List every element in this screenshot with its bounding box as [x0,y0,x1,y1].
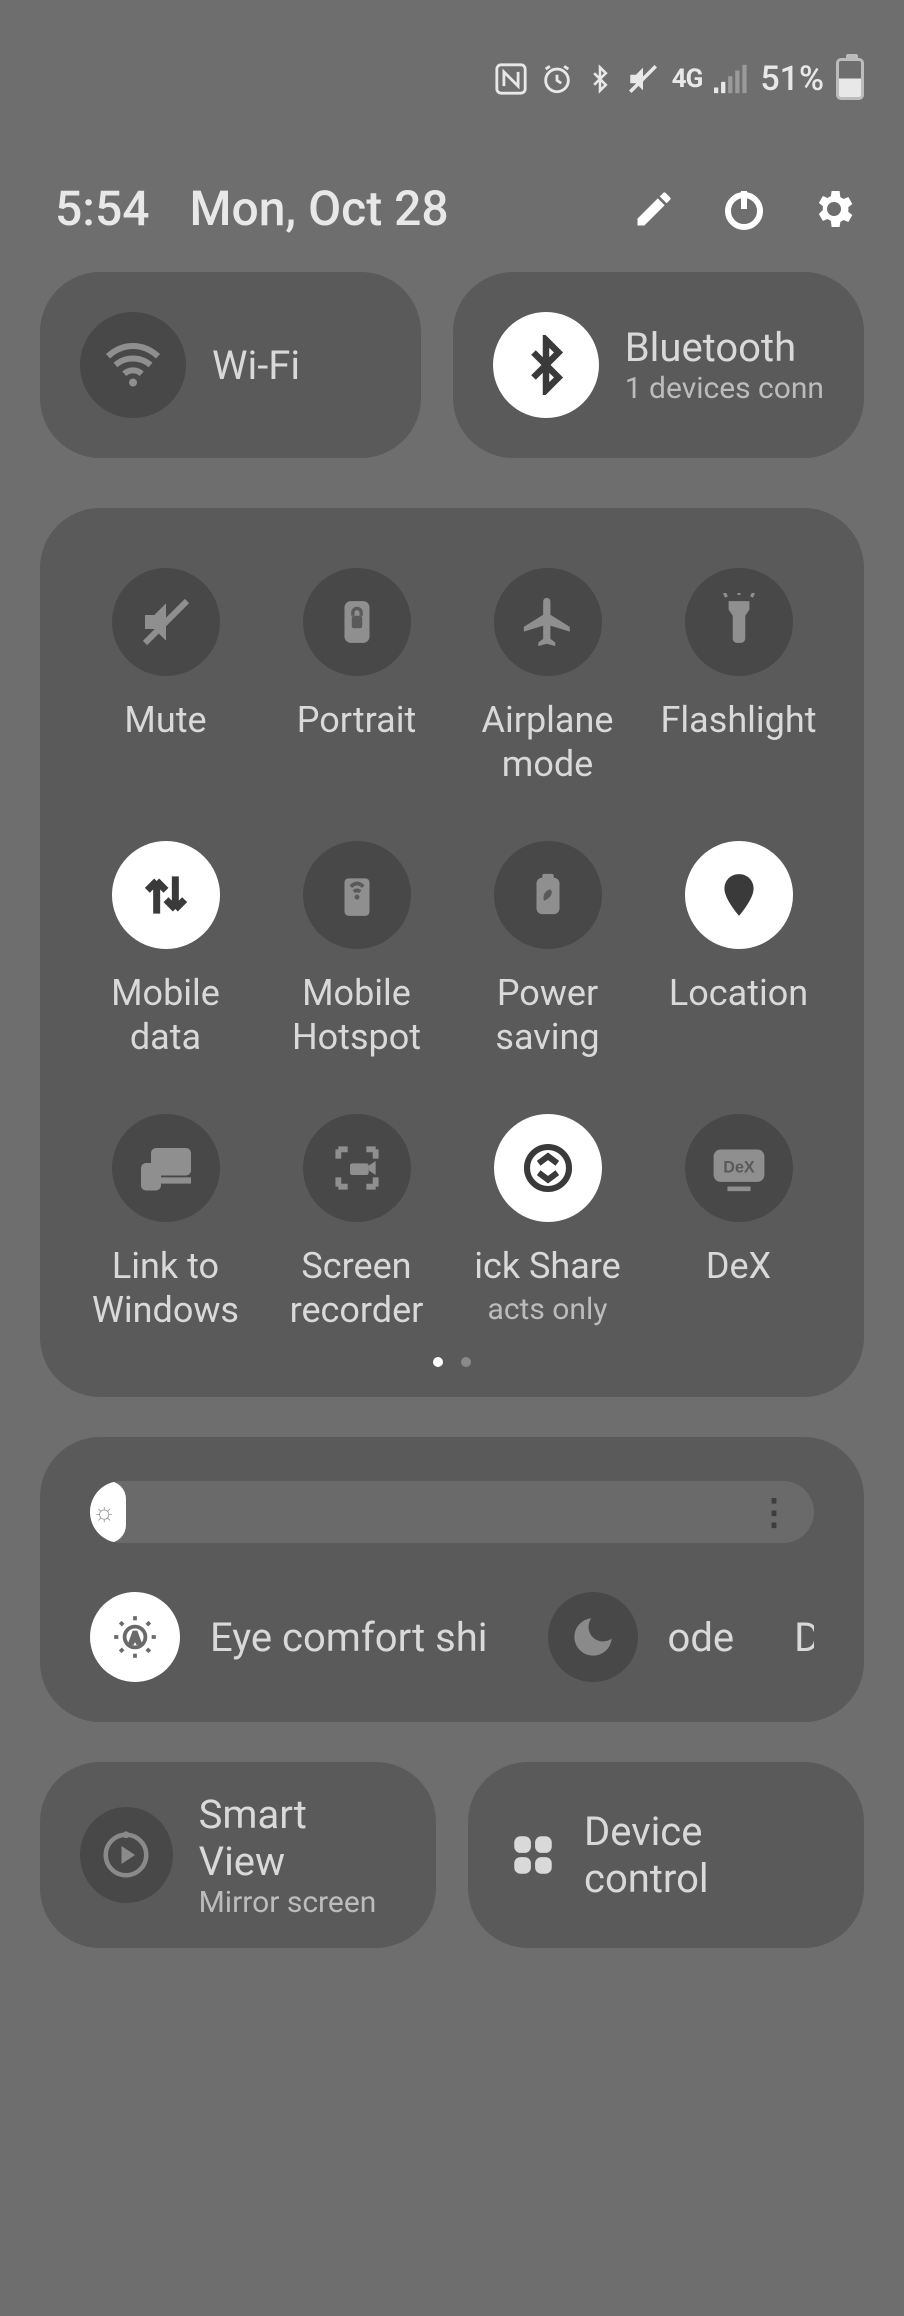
qs-label: Screen recorder [290,1244,424,1332]
airplane-icon [494,568,602,676]
qs-quick-share[interactable]: ick Shareacts only [452,1114,643,1332]
battery-icon [836,58,864,100]
wifi-tile[interactable]: Wi-Fi [40,272,421,458]
qs-label: Link to Windows [92,1244,239,1332]
qs-label: Mobile data [111,971,220,1059]
hotspot-icon [303,841,411,949]
brightness-slider[interactable]: ⋮ [90,1477,814,1547]
qs-link-windows[interactable]: Link to Windows [70,1114,261,1332]
smart-view-tile[interactable]: Smart View Mirror screen [40,1762,436,1948]
wifi-icon [80,312,186,418]
dark-mode-trailing: D [794,1614,814,1661]
bluetooth-icon [493,312,599,418]
qs-label: Airplane mode [482,698,614,786]
brightness-more-icon[interactable]: ⋮ [756,1491,788,1533]
dark-mode-toggle[interactable] [548,1592,638,1682]
share-icon [494,1114,602,1222]
devices-icon [112,1114,220,1222]
qs-label: Mobile Hotspot [292,971,421,1059]
qs-airplane[interactable]: Airplane mode [452,568,643,786]
power-button[interactable] [719,184,769,234]
signal-icon [714,64,748,94]
bluetooth-label: Bluetooth [625,324,824,371]
flashlight-icon [685,568,793,676]
wifi-label: Wi-Fi [212,342,300,389]
mute-icon [112,568,220,676]
qs-label: Portrait [297,698,416,786]
dark-mode-label: ode [668,1614,735,1661]
arrows-icon [112,841,220,949]
qs-label: Power saving [495,971,599,1059]
smart-view-icon [80,1807,173,1903]
device-control-tile[interactable]: Device control [468,1762,864,1948]
bluetooth-tile[interactable]: Bluetooth 1 devices conn [453,272,864,458]
quick-settings-panel: Mute Portrait Airplane mode Flashlight Mobil… [40,508,864,1397]
header: 5:54 Mon, Oct 28 [0,140,904,272]
svg-text:DeX: DeX [723,1159,755,1177]
qs-mute[interactable]: Mute [70,568,261,786]
settings-button[interactable] [809,184,859,234]
mute-status-icon [626,62,660,96]
smart-view-sub: Mirror screen [199,1885,396,1920]
network-type: 4G [672,64,703,94]
battery-leaf-icon [494,841,602,949]
device-control-icon [508,1830,558,1880]
page-indicator[interactable] [70,1357,834,1367]
qs-label: Location [669,971,808,1059]
qs-screen-recorder[interactable]: Screen recorder [261,1114,452,1332]
clock-date: Mon, Oct 28 [190,180,590,237]
eye-comfort-label: Eye comfort shi [210,1614,488,1661]
dex-icon: DeX [685,1114,793,1222]
qs-label: DeX [706,1244,771,1332]
svg-text:A: A [130,1629,140,1647]
qs-label: ick Shareacts only [474,1244,621,1332]
device-control-label: Device control [584,1808,824,1902]
eye-comfort-toggle[interactable]: A [90,1592,180,1682]
lock-rotate-icon [303,568,411,676]
bluetooth-status-icon [586,62,614,96]
qs-power-saving[interactable]: Power saving [452,841,643,1059]
qs-flashlight[interactable]: Flashlight [643,568,834,786]
qs-label: Mute [124,698,206,786]
pin-icon [685,841,793,949]
edit-button[interactable] [629,184,679,234]
qs-mobile-data[interactable]: Mobile data [70,841,261,1059]
alarm-icon [540,62,574,96]
qs-portrait[interactable]: Portrait [261,568,452,786]
qs-location[interactable]: Location [643,841,834,1059]
nfc-icon [494,62,528,96]
status-bar: 4G 51% [0,0,904,140]
qs-dex[interactable]: DeX DeX [643,1114,834,1332]
brightness-panel: ⋮ A Eye comfort shi ode D [40,1437,864,1722]
qs-mobile-hotspot[interactable]: Mobile Hotspot [261,841,452,1059]
smart-view-label: Smart View [199,1791,396,1885]
battery-percent: 51% [760,59,824,99]
qs-label: Flashlight [661,698,817,786]
bluetooth-sub: 1 devices conn [625,371,824,406]
record-icon [303,1114,411,1222]
clock-time: 5:54 [55,180,150,237]
